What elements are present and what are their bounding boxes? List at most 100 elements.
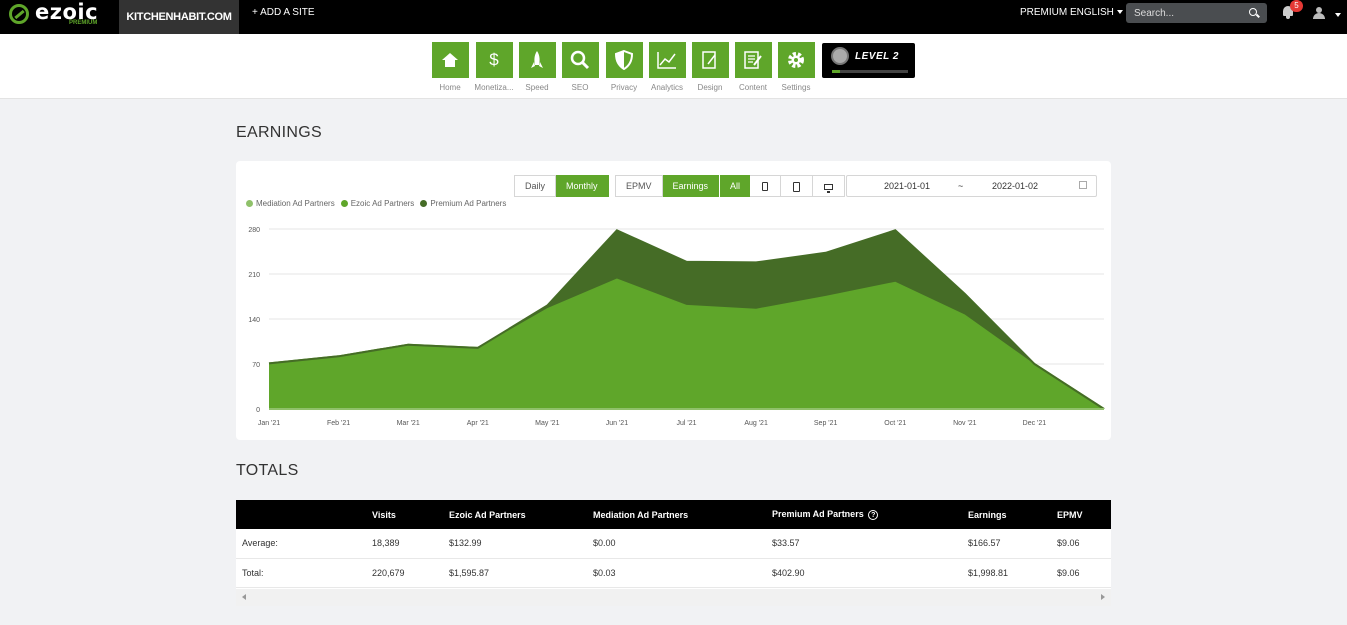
rocket-icon: [518, 42, 556, 78]
nav-label: Home: [439, 83, 461, 92]
ezoic-logo[interactable]: ezoic PREMIUM: [9, 0, 109, 32]
x-tick-label: Jun '21: [606, 420, 628, 427]
earnings-button[interactable]: Earnings: [662, 175, 720, 197]
totals-table: Visits Ezoic Ad Partners Mediation Ad Pa…: [236, 500, 1111, 606]
add-site-link[interactable]: + ADD A SITE: [252, 0, 315, 26]
monthly-button[interactable]: Monthly: [556, 175, 609, 197]
earnings-chart: 0 70 140 210 280 Jan '21 Feb '21 Mar '21 Apr '21…: [248, 227, 1105, 427]
nav-label: Design: [697, 83, 723, 92]
earnings-card: Daily Monthly EPMV Earnings All 2021-01-…: [236, 161, 1111, 440]
nav-seo[interactable]: SEO: [557, 42, 603, 92]
x-tick-label: Dec '21: [1023, 420, 1047, 427]
device-toggle: All: [720, 175, 846, 197]
magnifier-icon: [561, 42, 599, 78]
shield-icon: [605, 42, 643, 78]
legend-dot: [420, 200, 428, 207]
table-cell: $33.57: [766, 529, 962, 559]
period-toggle: Daily Monthly: [514, 175, 609, 197]
legend-dot: [246, 200, 253, 207]
y-tick-label: 280: [248, 227, 260, 234]
nav-speed[interactable]: Speed: [514, 42, 560, 92]
table-row: Total: 220,679 $1,595.87 $0.03 $402.90 $…: [236, 558, 1111, 588]
epmv-button[interactable]: EPMV: [615, 175, 663, 197]
user-icon[interactable]: [1312, 7, 1326, 20]
y-tick-label: 140: [248, 317, 260, 324]
premium-link[interactable]: PREMIUM: [1020, 0, 1067, 26]
table-cell: 220,679: [366, 558, 443, 588]
mobile-button[interactable]: [750, 175, 782, 197]
tablet-icon: [793, 181, 801, 192]
metric-toggle: EPMV Earnings: [615, 175, 720, 197]
search-box: [1126, 3, 1267, 23]
chevron-down-icon: [1116, 10, 1123, 15]
line-chart-icon: [648, 42, 686, 78]
horizontal-scrollbar[interactable]: [236, 589, 1111, 606]
avatar: [831, 47, 849, 65]
header-cell: Ezoic Ad Partners: [449, 509, 526, 520]
legend-item[interactable]: Premium Ad Partners: [420, 199, 506, 208]
nav-label: Privacy: [610, 83, 638, 92]
legend-dot: [340, 200, 348, 207]
header-cell: Mediation Ad Partners: [593, 509, 689, 520]
language-dropdown[interactable]: ENGLISH: [1070, 0, 1123, 26]
table-row: Average: 18,389 $132.99 $0.00 $33.57 $16…: [236, 529, 1111, 559]
header-cell: [236, 500, 366, 529]
table-cell: $9.06: [1051, 558, 1111, 588]
nav-settings[interactable]: Settings: [773, 42, 819, 92]
table-cell: $9.06: [1051, 529, 1111, 559]
nav-label: Speed: [525, 83, 549, 92]
nav-design[interactable]: Design: [687, 42, 733, 92]
search-input[interactable]: [1134, 3, 1244, 23]
nav-content[interactable]: Content: [730, 42, 776, 92]
user-chevron-down-icon[interactable]: [1335, 13, 1341, 17]
site-tab[interactable]: KITCHENHABIT.COM: [119, 0, 239, 34]
nav-label: Analytics: [650, 83, 683, 92]
table-cell: Average:: [236, 529, 366, 559]
daily-button[interactable]: Daily: [514, 175, 557, 197]
gear-icon: [777, 42, 815, 78]
nav-monetization[interactable]: $ Monetiza...: [471, 42, 517, 92]
table-cell: $1,998.81: [962, 558, 1051, 588]
nav-privacy[interactable]: Privacy: [601, 42, 647, 92]
scroll-left-icon[interactable]: [242, 594, 246, 600]
date-from: 2021-01-01: [884, 181, 931, 191]
legend-label: Mediation Ad Partners: [256, 199, 335, 208]
device-all-button[interactable]: All: [720, 175, 751, 197]
desktop-button[interactable]: [813, 175, 846, 197]
legend-item[interactable]: Ezoic Ad Partners: [340, 199, 415, 208]
y-tick-label: 70: [252, 362, 260, 369]
level-badge[interactable]: LEVEL 2: [822, 43, 915, 78]
x-tick-label: May '21: [535, 420, 559, 427]
table-cell: $402.90: [766, 558, 962, 588]
x-tick-label: Aug '21: [744, 420, 768, 427]
document-icon: [734, 42, 772, 78]
home-icon: [431, 42, 469, 78]
legend-item[interactable]: Mediation Ad Partners: [246, 199, 335, 208]
table-cell: $0.00: [587, 529, 766, 559]
nav-label: Content: [738, 83, 768, 92]
logo-mark-icon: [9, 4, 29, 24]
date-range-picker[interactable]: 2021-01-01 ~ 2022-01-02: [846, 175, 1097, 197]
nav-home[interactable]: Home: [427, 42, 473, 92]
scroll-right-icon[interactable]: [1101, 594, 1105, 600]
level-progress: [832, 70, 908, 73]
table-cell: $1,595.87: [443, 558, 587, 588]
help-icon[interactable]: ?: [868, 509, 879, 520]
y-tick-label: 0: [256, 407, 260, 414]
x-tick-label: Sep '21: [814, 420, 838, 427]
x-tick-label: Jan '21: [258, 420, 280, 427]
nav-analytics[interactable]: Analytics: [644, 42, 690, 92]
nav-label: Settings: [781, 83, 811, 92]
y-tick-label: 210: [248, 272, 260, 279]
tablet-button[interactable]: [781, 175, 814, 197]
mobile-icon: [762, 182, 769, 192]
logo-subtitle: PREMIUM: [69, 20, 98, 26]
dollar-icon: $: [475, 42, 513, 78]
legend-label: Ezoic Ad Partners: [350, 199, 415, 208]
main-nav: Home $ Monetiza... Speed SEO Privacy Ana…: [0, 34, 1347, 99]
chart-legend: Mediation Ad Partners Ezoic Ad Partners …: [246, 199, 506, 208]
language-label: ENGLISH: [1070, 7, 1114, 18]
table-cell: $0.03: [587, 558, 766, 588]
level-progress-fill: [832, 70, 840, 73]
search-icon[interactable]: [1249, 8, 1257, 16]
